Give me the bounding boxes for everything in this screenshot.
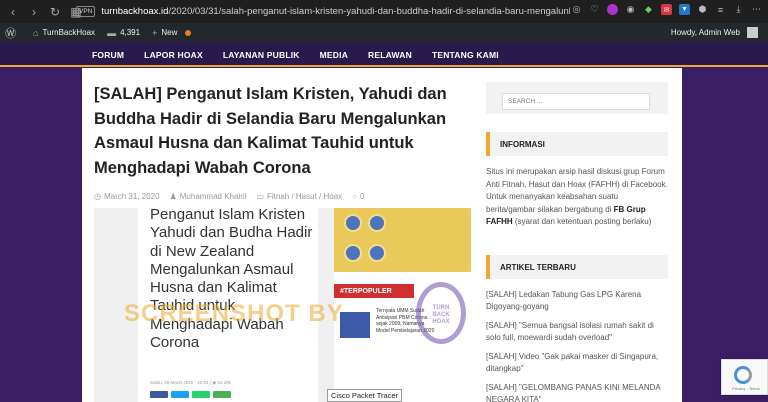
infographic-circle <box>368 214 386 232</box>
infographic-circle <box>344 244 362 262</box>
site-link[interactable]: ⌂ TurnBackHoax <box>33 28 95 38</box>
menu-lines-icon[interactable]: ≡ <box>715 4 726 15</box>
info-widget-title: INFORMASI <box>486 132 668 156</box>
share-twitter <box>171 391 189 398</box>
menu-item-layanan-publik[interactable]: LAYANAN PUBLIK <box>213 50 310 60</box>
extension-blue-icon[interactable]: ▼ <box>679 4 690 15</box>
post-date: ◷ March 31, 2020 <box>94 192 160 201</box>
url-path: /2020/03/31/salah-penganut-islam-kristen… <box>168 6 570 17</box>
share-facebook <box>150 391 168 398</box>
info-tail: (syarat dan ketentuan posting berlaku) <box>512 217 652 226</box>
featured-image: Penganut Islam Kristen Yahudi dan Budha … <box>94 208 471 402</box>
recaptcha-icon <box>734 366 752 384</box>
browser-toolbar: ‹ › ↻ ▦ VPN turnbackhoax.id /2020/03/31/… <box>0 0 768 23</box>
info-text: Situs ini merupakan arsip hasil diskusi … <box>486 166 668 229</box>
menu: FORUM LAPOR HOAX LAYANAN PUBLIK MEDIA RE… <box>82 42 509 67</box>
watermark: SCREENSHOT BY <box>124 300 344 327</box>
vpn-badge[interactable]: VPN <box>76 6 96 17</box>
url-host: turnbackhoax.id <box>101 6 169 17</box>
recaptcha-text: Privacy - Terms <box>732 386 760 391</box>
back-icon[interactable]: ‹ <box>7 5 19 19</box>
howdy-label[interactable]: Howdy, Admin Web <box>671 28 740 37</box>
avatar[interactable] <box>747 27 758 38</box>
taskbar-tooltip: Cisco Packet Tracer <box>327 389 403 402</box>
recent-widget-title: ARTIKEL TERBARU <box>486 255 668 279</box>
recent-posts: [SALAH] Ledakan Tabung Gas LPG Karena Di… <box>486 289 668 402</box>
recaptcha-badge[interactable]: Privacy - Terms <box>721 359 768 395</box>
article-meta: ◷ March 31, 2020 ♟ Muhammad Khairil ▭ Fitna… <box>94 192 474 201</box>
search-widget <box>486 82 668 114</box>
infographic <box>334 208 471 272</box>
reload-icon[interactable]: ↻ <box>49 5 61 19</box>
download-icon[interactable]: ⤓ <box>733 4 744 15</box>
recent-post-link[interactable]: [SALAH] Ledakan Tabung Gas LPG Karena Di… <box>486 289 668 313</box>
extension-green-icon[interactable]: ◆ <box>643 4 654 15</box>
new-content-link[interactable]: + New <box>152 28 177 38</box>
post-author[interactable]: ♟ Muhammad Khairil <box>170 192 247 201</box>
user-icon: ♟ <box>169 192 177 201</box>
screenshot-sidebar: #TERPOPULER Ternyata UMM Sudah Antisipas… <box>334 208 471 402</box>
infographic-circle <box>368 244 386 262</box>
category-text: Fitnah / Hasut / Hoax <box>267 192 343 201</box>
more-icon[interactable]: ⋯ <box>751 4 762 15</box>
extension-bar: ◎ ♡ ◉ ◆ ✉ ▼ ⬢ ≡ ⤓ ⋯ <box>571 4 762 15</box>
menu-item-tentang-kami[interactable]: TENTANG KAMI <box>422 50 509 60</box>
camera-icon[interactable]: ◎ <box>571 4 582 15</box>
extension-red-icon[interactable]: ✉ <box>661 4 672 15</box>
forward-icon[interactable]: › <box>28 5 40 19</box>
menu-item-lapor-hoax[interactable]: LAPOR HOAX <box>134 50 213 60</box>
recent-post-link[interactable]: [SALAH] "Semua bangsal isolasi rumah sak… <box>486 320 668 344</box>
heart-icon[interactable]: ♡ <box>589 4 600 15</box>
folder-icon: ▭ <box>256 192 265 201</box>
terpopuler-label: #TERPOPULER <box>334 284 414 298</box>
seal-text: TURN BACK HOAX <box>432 305 450 325</box>
recent-post-link[interactable]: [SALAH] "GELOMBANG PANAS KINI MELANDA NE… <box>486 382 668 402</box>
clock-icon: ◷ <box>94 192 101 201</box>
popular-thumbnail <box>340 312 370 338</box>
turnbackhoax-seal: TURN BACK HOAX <box>416 282 466 344</box>
menu-item-relawan[interactable]: RELAWAN <box>358 50 422 60</box>
content-area: [SALAH] Penganut Islam Kristen, Yahudi d… <box>82 68 682 402</box>
phone-meta: Sabtu, 28 Maret 2020 - 20:04 | ◉ 52.29k <box>150 380 231 385</box>
wp-admin-bar: Ⓦ ⌂ TurnBackHoax ▬ 4,391 + New Howdy, Ad… <box>0 23 768 42</box>
menu-item-media[interactable]: MEDIA <box>310 50 358 60</box>
author-text: Muhammad Khairil <box>179 192 247 201</box>
browser-nav: ‹ › ↻ ▦ <box>0 5 82 19</box>
phone-headline: Penganut Islam Kristen Yahudi dan Budha … <box>150 208 313 352</box>
post-category[interactable]: ▭ Fitnah / Hasut / Hoax <box>256 192 342 201</box>
share-buttons <box>150 391 231 398</box>
share-whatsapp <box>192 391 210 398</box>
sidebar: INFORMASI Situs ini merupakan arsip hasi… <box>486 82 668 402</box>
search-input[interactable] <box>502 93 650 110</box>
wordpress-icon[interactable]: Ⓦ <box>5 25 21 41</box>
address-bar[interactable]: VPN turnbackhoax.id /2020/03/31/salah-pe… <box>76 4 570 19</box>
share-other <box>213 391 231 398</box>
article-title: [SALAH] Penganut Islam Kristen, Yahudi d… <box>94 85 447 177</box>
site-name: TurnBackHoax <box>42 28 96 37</box>
new-label: New <box>161 28 178 37</box>
status-dot-icon[interactable] <box>185 29 192 36</box>
cube-icon[interactable]: ⬢ <box>697 4 708 15</box>
plus-icon: + <box>152 27 158 38</box>
comment-icon: ▬ <box>107 27 117 38</box>
infographic-circle <box>344 214 362 232</box>
main-navigation: FORUM LAPOR HOAX LAYANAN PUBLIK MEDIA RE… <box>0 42 768 67</box>
date-text: March 31, 2020 <box>103 192 160 201</box>
comments-text: 0 <box>360 192 365 201</box>
eye-icon[interactable]: ◉ <box>625 4 636 15</box>
comment-count: 4,391 <box>120 28 141 37</box>
recent-post-link[interactable]: [SALAH] Video "Gak pakai masker di Singa… <box>486 351 668 375</box>
comment-bubble-icon: ○ <box>352 192 358 201</box>
comments-link[interactable]: ▬ 4,391 <box>107 28 140 38</box>
post-comments[interactable]: ○ 0 <box>352 192 364 201</box>
home-icon: ⌂ <box>33 27 39 38</box>
extension-purple-icon[interactable] <box>607 4 618 15</box>
menu-item-forum[interactable]: FORUM <box>82 50 134 60</box>
article: [SALAH] Penganut Islam Kristen, Yahudi d… <box>94 82 474 201</box>
